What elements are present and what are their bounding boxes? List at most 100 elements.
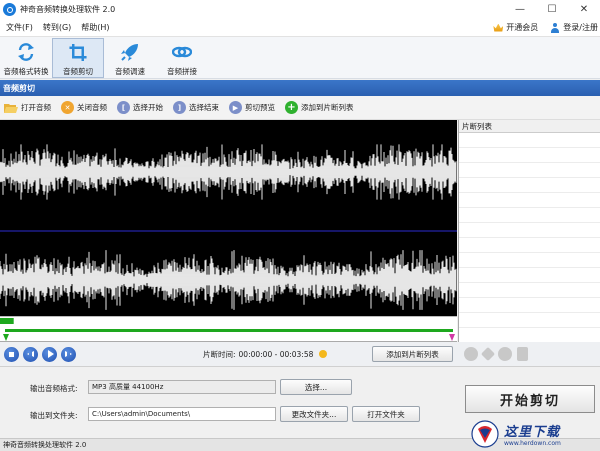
link-icon [172, 46, 192, 58]
waveform-channel-left [0, 144, 457, 200]
stop-icon [9, 351, 14, 357]
cut-time-label: 片断时间: [203, 349, 236, 359]
fragment-row[interactable] [459, 298, 600, 313]
add-fragment-button[interactable]: 添加到片断列表 [372, 346, 453, 362]
bracket-end-icon: ] [173, 101, 186, 114]
open-audio-button[interactable]: 打开音频 [4, 102, 51, 114]
tool-join[interactable]: 音频拼接 [156, 38, 208, 78]
plus-icon: + [285, 101, 298, 114]
crop-icon [69, 43, 87, 62]
folder-open-icon [4, 103, 18, 113]
main-toolbar: 音频格式转换 音频剪切 音频调速 音频拼接 [0, 37, 600, 79]
play-button[interactable] [42, 346, 57, 362]
add-to-fragments-button[interactable]: + 添加到片断列表 [285, 101, 354, 114]
fragment-row[interactable] [459, 163, 600, 178]
select-start-button[interactable]: [ 选择开始 [117, 101, 163, 114]
window-title: 神奇音频转换处理软件 2.0 [20, 5, 116, 14]
cut-time-display: 片断时间: 00:00:00 - 00:03:58 [203, 349, 328, 360]
crown-icon [493, 23, 504, 32]
time-indicator-icon [319, 350, 328, 358]
edit-fragment-icon[interactable] [480, 346, 496, 362]
maximize-button[interactable]: ☐ [536, 0, 568, 19]
waveform-path [0, 144, 457, 200]
output-folder-field[interactable]: C:\Users\admin\Documents\ [88, 407, 276, 421]
fragment-row[interactable] [459, 148, 600, 163]
login-label: 登录/注册 [563, 23, 598, 32]
format-field: MP3 高质量 44100Hz [88, 380, 276, 394]
selection-start-marker [3, 334, 9, 341]
app-logo-icon [3, 3, 16, 16]
rewind-icon [27, 351, 34, 357]
delete-fragment-icon[interactable] [498, 347, 512, 361]
watermark: 这里下载 www.herdown.com [470, 416, 600, 451]
fast-forward-icon [65, 351, 72, 357]
action-bar: 打开音频 ✕ 关闭音频 [ 选择开始 ] 选择结束 ▶ 剪切预览 + 添加到片断… [0, 96, 600, 120]
watermark-logo-icon [471, 419, 499, 448]
status-text: 神奇音频转换处理软件 2.0 [3, 441, 87, 449]
rewind-button[interactable] [23, 346, 38, 362]
waveform-path [0, 250, 457, 310]
close-audio-label: 关闭音频 [77, 103, 107, 112]
section-title: 音频剪切 [0, 80, 600, 96]
cut-preview-label: 剪切预览 [245, 103, 275, 112]
fragment-row[interactable] [459, 193, 600, 208]
cut-preview-button[interactable]: ▶ 剪切预览 [229, 101, 275, 114]
play-icon [47, 350, 54, 358]
tool-label: 音频拼接 [167, 67, 197, 76]
change-folder-button[interactable]: 更改文件夹... [280, 406, 348, 422]
fragment-row[interactable] [459, 223, 600, 238]
rocket-icon [121, 44, 138, 61]
menu-goto[interactable]: 转到(G) [39, 22, 75, 33]
bracket-start-icon: [ [117, 101, 130, 114]
menu-bar: 文件(F) 转到(G) 帮助(H) 开通会员 登录/注册 [0, 19, 600, 37]
fragment-row[interactable] [459, 253, 600, 268]
tool-audio-cut[interactable]: 音频剪切 [52, 38, 104, 78]
move-fragment-icon[interactable] [464, 347, 478, 361]
close-audio-button[interactable]: ✕ 关闭音频 [61, 101, 107, 114]
trash-fragments-icon[interactable] [517, 347, 528, 361]
start-cut-button[interactable]: 开始剪切 [465, 385, 595, 413]
waveform-view[interactable] [0, 120, 457, 316]
timeline-range[interactable] [0, 316, 457, 343]
choose-format-button[interactable]: 选择... [280, 379, 352, 395]
fragment-list-header: 片断列表 [459, 120, 600, 133]
fragment-row[interactable] [459, 208, 600, 223]
fragment-row[interactable] [459, 133, 600, 148]
select-end-button[interactable]: ] 选择结束 [173, 101, 219, 114]
convert-icon [18, 43, 34, 61]
folder-label: 输出到文件夹: [30, 411, 78, 420]
close-audio-icon: ✕ [61, 101, 74, 114]
timeline-canvas[interactable] [0, 317, 457, 343]
fragment-row[interactable] [459, 238, 600, 253]
title-bar: 神奇音频转换处理软件 2.0 — ☐ ✕ [0, 0, 600, 19]
select-end-label: 选择结束 [189, 103, 219, 112]
window-controls: — ☐ ✕ [504, 0, 600, 19]
fragment-row[interactable] [459, 268, 600, 283]
tool-label: 音频调速 [115, 67, 145, 76]
fragment-row[interactable] [459, 283, 600, 298]
tool-format-convert[interactable]: 音频格式转换 [0, 38, 52, 78]
cut-time-value: 00:00:00 - 00:03:58 [238, 349, 314, 359]
user-icon [550, 22, 560, 33]
fragment-tools [458, 342, 600, 366]
stop-button[interactable] [4, 346, 19, 362]
waveform-canvas[interactable] [0, 120, 457, 316]
fragment-row[interactable] [459, 178, 600, 193]
open-audio-label: 打开音频 [21, 103, 51, 112]
menu-help[interactable]: 帮助(H) [77, 22, 113, 33]
vip-link[interactable]: 开通会员 [493, 22, 538, 33]
watermark-text: 这里下载 [504, 424, 561, 440]
menu-file[interactable]: 文件(F) [2, 22, 37, 33]
add-to-fragments-label: 添加到片断列表 [301, 103, 354, 112]
tool-speed[interactable]: 音频调速 [104, 38, 156, 78]
login-link[interactable]: 登录/注册 [550, 22, 598, 33]
fast-forward-button[interactable] [61, 346, 76, 362]
minimize-button[interactable]: — [504, 0, 536, 19]
open-folder-button[interactable]: 打开文件夹 [352, 406, 420, 422]
format-label: 输出音频格式: [30, 384, 78, 393]
fragment-row[interactable] [459, 313, 600, 328]
playback-bar: 片断时间: 00:00:00 - 00:03:58 添加到片断列表 [0, 342, 458, 366]
select-start-label: 选择开始 [133, 103, 163, 112]
selection-range-bar [5, 329, 453, 332]
close-window-button[interactable]: ✕ [568, 0, 600, 19]
